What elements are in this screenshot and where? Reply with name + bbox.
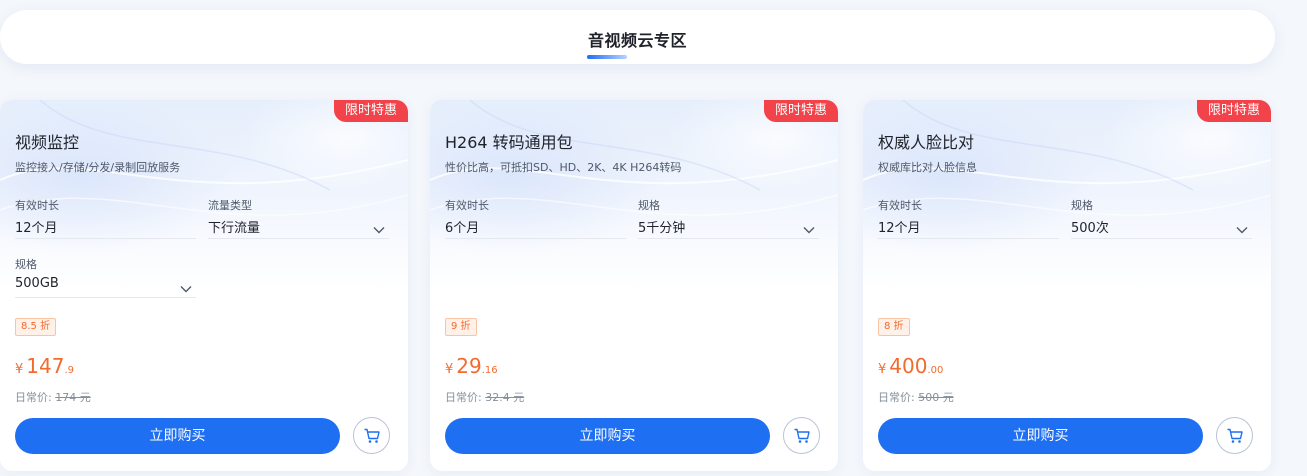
product-card: 限时特惠 视频监控 监控接入/存储/分发/录制回放服务 有效时长 12个月 流量…: [0, 100, 408, 471]
field-label: 规格: [1071, 199, 1093, 212]
buy-now-button[interactable]: 立即购买: [15, 418, 340, 454]
product-card: 限时特惠 权威人脸比对 权威库比对人脸信息 有效时长 12个月 规格 500次 …: [863, 100, 1271, 471]
option-select[interactable]: 流量类型 下行流量: [208, 197, 389, 239]
price: ¥29.16: [445, 354, 498, 378]
product-title: 视频监控: [15, 133, 80, 152]
field-label: 规格: [638, 199, 660, 212]
option-field: 有效时长 6个月: [445, 197, 626, 239]
field-value: 12个月: [15, 221, 58, 236]
discount-tag: 8.5 折: [15, 318, 57, 336]
chevron-down-icon: [803, 219, 815, 234]
promo-badge: 限时特惠: [1197, 100, 1271, 122]
original-price: 日常价: 32.4 元: [445, 389, 524, 405]
field-value: 500次: [1071, 221, 1109, 236]
chevron-down-icon: [373, 219, 385, 234]
field-label: 有效时长: [15, 199, 59, 212]
product-description: 权威库比对人脸信息: [878, 161, 977, 174]
add-to-cart-button[interactable]: [353, 417, 390, 454]
add-to-cart-button[interactable]: [783, 417, 820, 454]
add-to-cart-button[interactable]: [1216, 417, 1253, 454]
active-tab-indicator: [587, 55, 627, 59]
option-select[interactable]: 规格 500GB: [15, 256, 196, 298]
price-integer: 400: [889, 354, 928, 378]
chevron-down-icon: [1236, 219, 1248, 234]
price-integer: 29: [456, 354, 482, 378]
currency-symbol: ¥: [878, 362, 887, 377]
promo-badge: 限时特惠: [764, 100, 838, 122]
field-label: 规格: [15, 258, 37, 271]
field-value: 5千分钟: [638, 221, 686, 236]
field-value: 6个月: [445, 221, 480, 236]
original-price-value: 500 元: [918, 391, 954, 404]
field-label: 流量类型: [208, 199, 252, 212]
price: ¥147.9: [15, 354, 74, 378]
discount-tag: 9 折: [445, 318, 477, 336]
currency-symbol: ¥: [445, 362, 454, 377]
product-title: 权威人脸比对: [878, 133, 975, 152]
original-price: 日常价: 174 元: [15, 389, 91, 405]
price-integer: 147: [26, 354, 65, 378]
promo-badge: 限时特惠: [334, 100, 408, 122]
currency-symbol: ¥: [15, 362, 24, 377]
original-price-label: 日常价:: [15, 391, 52, 404]
field-value: 下行流量: [208, 221, 261, 236]
price-decimal: .16: [481, 365, 498, 376]
option-field: 有效时长 12个月: [878, 197, 1059, 239]
original-price-value: 32.4 元: [485, 391, 525, 404]
option-select[interactable]: 规格 500次: [1071, 197, 1252, 239]
original-price-value: 174 元: [55, 391, 91, 404]
product-card: 限时特惠 H264 转码通用包 性价比高，可抵扣SD、HD、2K、4K H264…: [430, 100, 838, 471]
field-value: 12个月: [878, 221, 921, 236]
product-title: H264 转码通用包: [445, 133, 573, 152]
category-tab-bar: 音视频云专区: [0, 10, 1275, 64]
product-description: 性价比高，可抵扣SD、HD、2K、4K H264转码: [445, 161, 682, 174]
original-price: 日常价: 500 元: [878, 389, 954, 405]
price: ¥400.00: [878, 354, 943, 378]
discount-tag: 8 折: [878, 318, 910, 336]
price-decimal: .00: [927, 365, 944, 376]
price-decimal: .9: [64, 365, 75, 376]
original-price-label: 日常价:: [445, 391, 482, 404]
buy-now-button[interactable]: 立即购买: [878, 418, 1203, 454]
product-description: 监控接入/存储/分发/录制回放服务: [15, 161, 181, 174]
chevron-down-icon: [180, 278, 192, 293]
field-value: 500GB: [15, 276, 59, 291]
field-label: 有效时长: [878, 199, 922, 212]
buy-now-button[interactable]: 立即购买: [445, 418, 770, 454]
option-select[interactable]: 规格 5千分钟: [638, 197, 819, 239]
original-price-label: 日常价:: [878, 391, 915, 404]
tab-audio-video-cloud[interactable]: 音视频云专区: [0, 27, 1275, 51]
option-field: 有效时长 12个月: [15, 197, 196, 239]
field-label: 有效时长: [445, 199, 489, 212]
